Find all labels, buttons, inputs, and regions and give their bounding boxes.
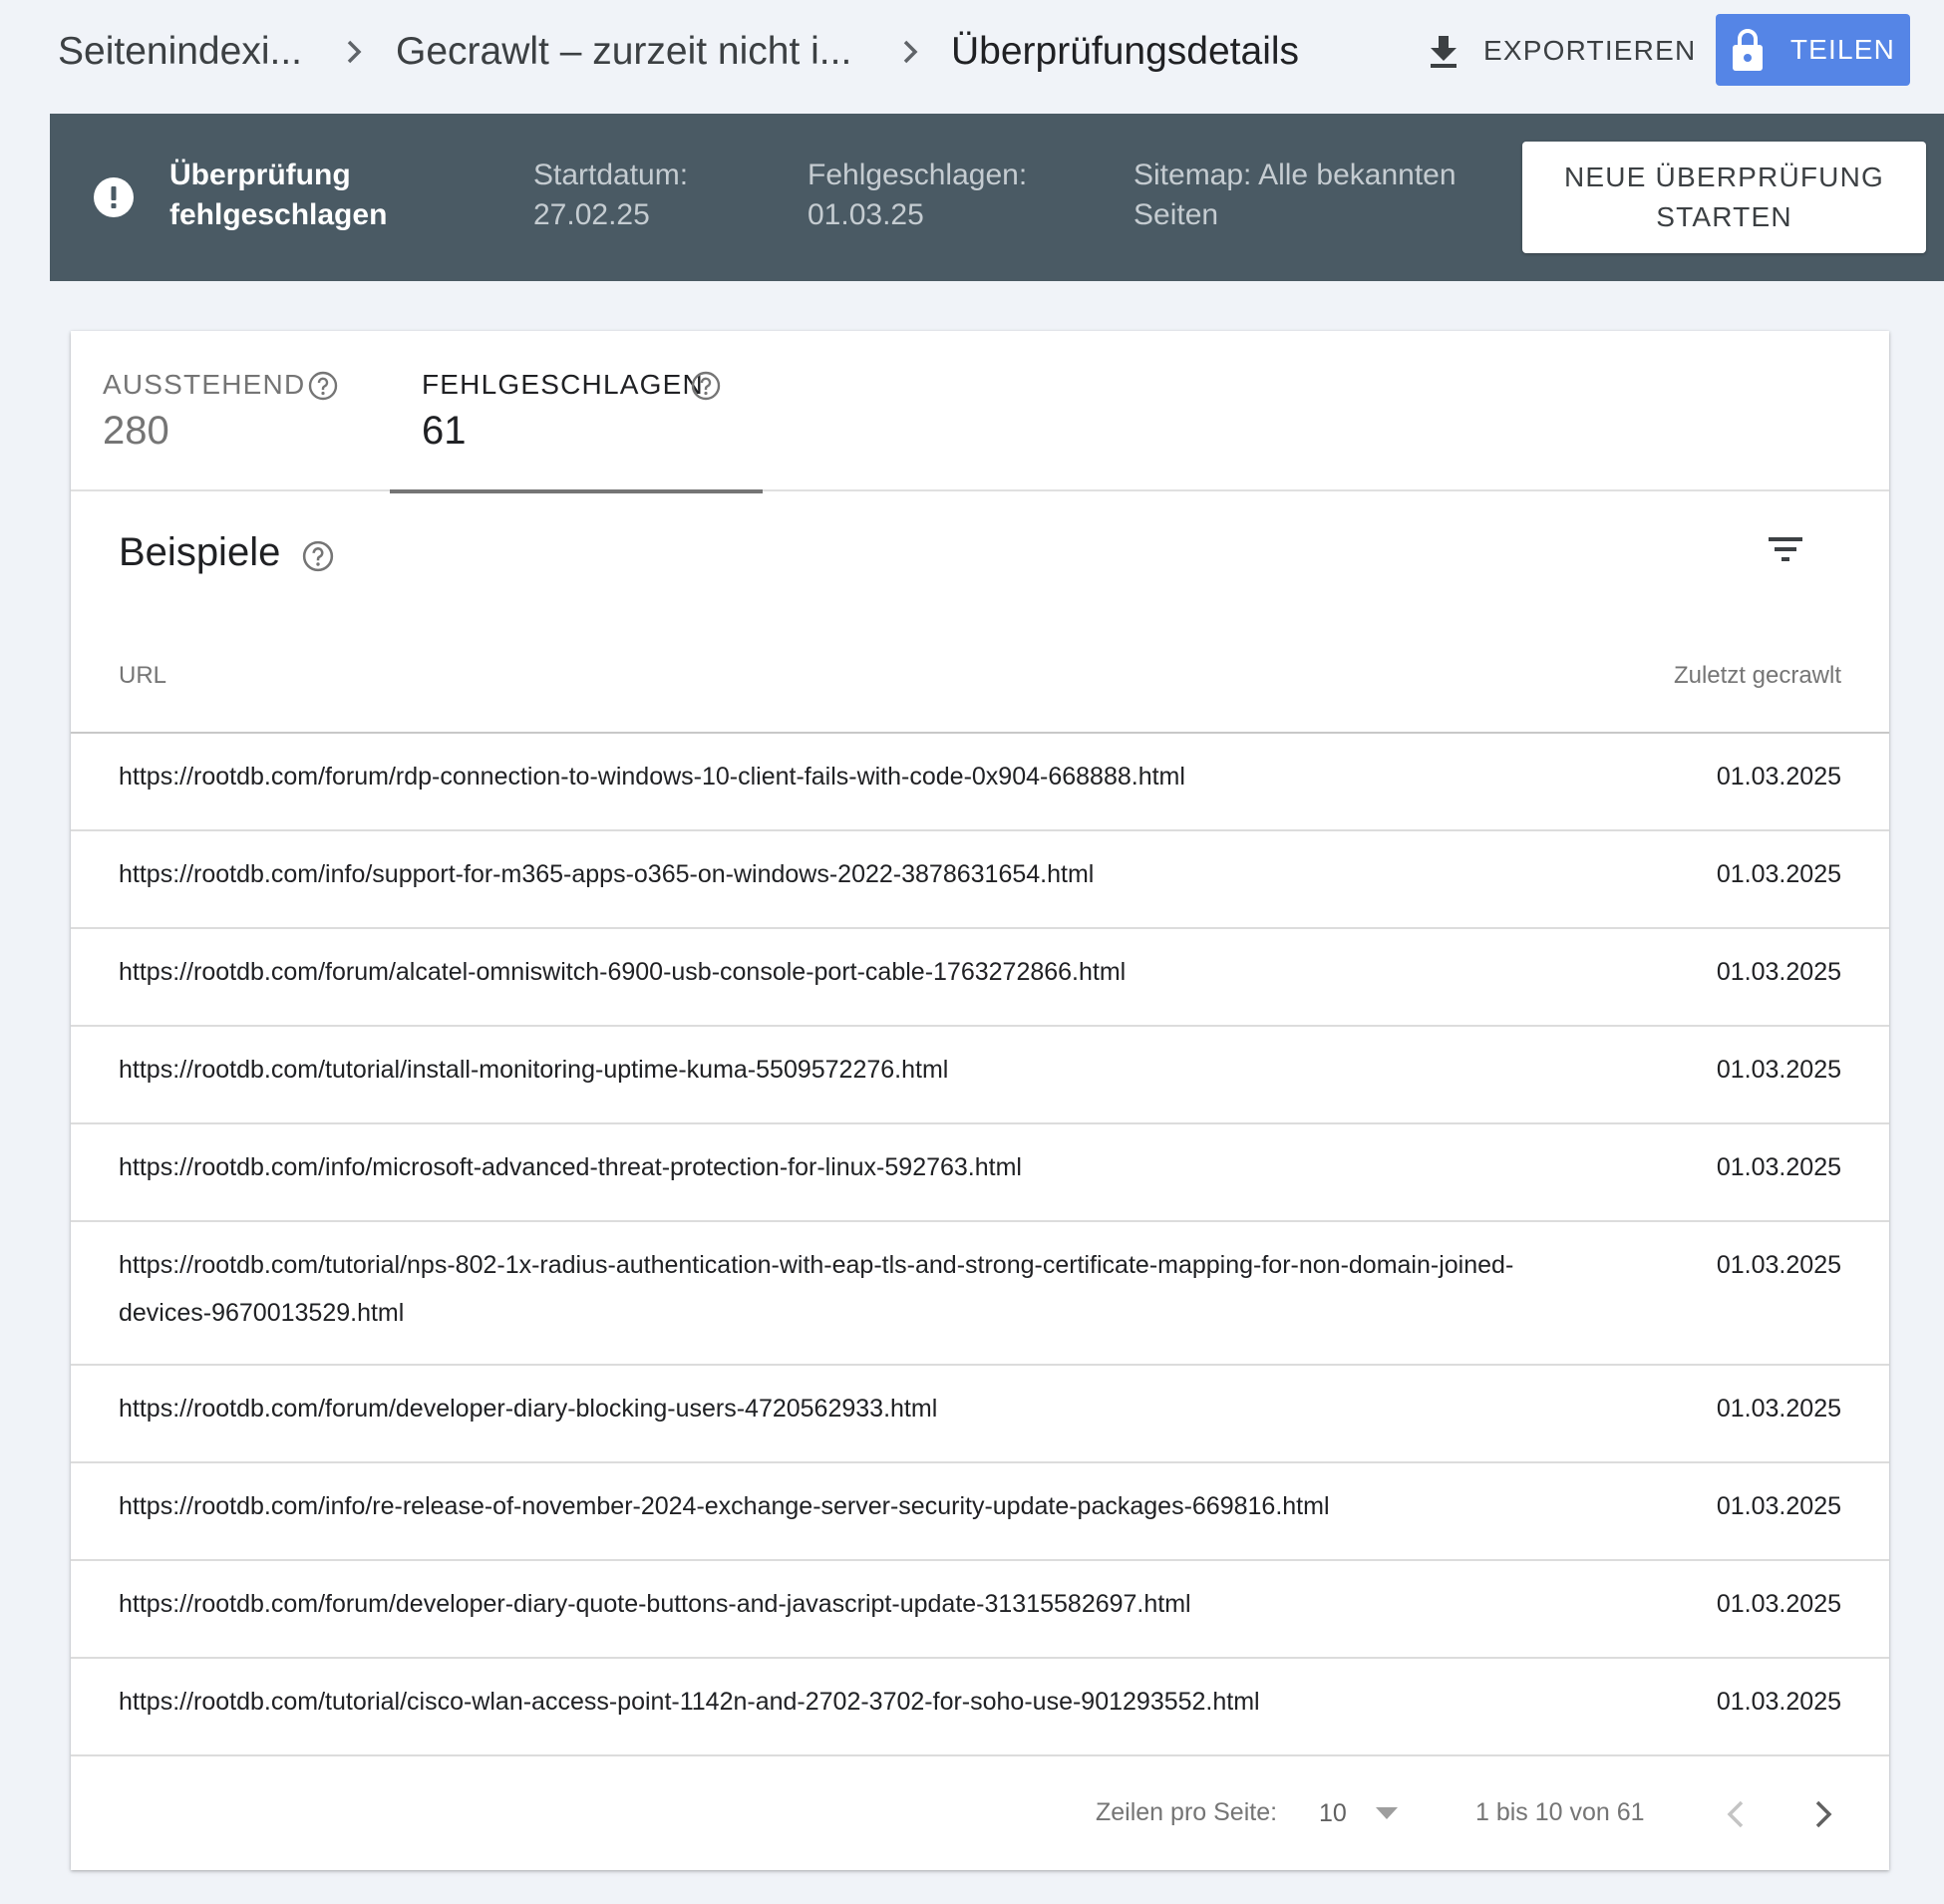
column-header-url[interactable]: URL: [119, 662, 166, 690]
row-url[interactable]: https://rootdb.com/tutorial/install-moni…: [119, 1046, 1514, 1094]
row-date: 01.03.2025: [1716, 860, 1841, 888]
validation-status-banner: Überprüfung fehlgeschlagen Startdatum: 2…: [50, 114, 1944, 281]
row-url[interactable]: https://rootdb.com/forum/developer-diary…: [119, 1385, 1514, 1432]
help-icon[interactable]: [302, 540, 334, 572]
export-label: EXPORTIEREN: [1483, 35, 1697, 66]
table-row[interactable]: https://rootdb.com/info/re-release-of-no…: [71, 1463, 1889, 1561]
examples-card: AUSSTEHEND 280 FEHLGESCHLAGEN 61 Beispie…: [71, 331, 1889, 1870]
status-tabs: AUSSTEHEND 280 FEHLGESCHLAGEN 61: [71, 331, 1889, 493]
page-title: Überprüfungsdetails: [951, 30, 1300, 73]
rows-per-page-select[interactable]: 10: [1319, 1788, 1399, 1838]
next-page-icon[interactable]: [1805, 1794, 1841, 1834]
row-url[interactable]: https://rootdb.com/tutorial/cisco-wlan-a…: [119, 1678, 1514, 1726]
table-row[interactable]: https://rootdb.com/forum/developer-diary…: [71, 1366, 1889, 1463]
share-label: TEILEN: [1789, 34, 1896, 65]
row-date: 01.03.2025: [1716, 1395, 1841, 1423]
row-url[interactable]: https://rootdb.com/info/re-release-of-no…: [119, 1482, 1514, 1530]
row-date: 01.03.2025: [1716, 1590, 1841, 1618]
sitemap-info: Sitemap: Alle bekannten Seiten: [1134, 159, 1457, 231]
tab-pending-count: 280: [103, 409, 169, 453]
examples-table: https://rootdb.com/forum/rdp-connection-…: [71, 734, 1889, 1756]
tab-failed-count: 61: [422, 409, 467, 453]
table-row[interactable]: https://rootdb.com/info/support-for-m365…: [71, 831, 1889, 929]
column-header-last-crawled[interactable]: Zuletzt gecrawlt: [1674, 662, 1841, 690]
filter-icon[interactable]: [1766, 530, 1805, 570]
row-date: 01.03.2025: [1716, 1688, 1841, 1716]
row-date: 01.03.2025: [1716, 1492, 1841, 1520]
rows-per-page-value: 10: [1319, 1798, 1347, 1827]
row-url[interactable]: https://rootdb.com/forum/rdp-connection-…: [119, 753, 1514, 800]
row-url[interactable]: https://rootdb.com/info/support-for-m365…: [119, 850, 1514, 898]
pagination: Zeilen pro Seite: 10 1 bis 10 von 61: [71, 1758, 1889, 1870]
validation-status: Überprüfung fehlgeschlagen: [169, 159, 388, 231]
row-date: 01.03.2025: [1716, 1153, 1841, 1181]
dropdown-arrow-icon: [1375, 1807, 1398, 1819]
row-url[interactable]: https://rootdb.com/tutorial/nps-802-1x-r…: [119, 1241, 1514, 1337]
help-icon[interactable]: [308, 371, 338, 401]
table-row[interactable]: https://rootdb.com/info/microsoft-advanc…: [71, 1124, 1889, 1222]
table-row[interactable]: https://rootdb.com/tutorial/install-moni…: [71, 1027, 1889, 1124]
row-url[interactable]: https://rootdb.com/info/microsoft-advanc…: [119, 1143, 1514, 1191]
row-date: 01.03.2025: [1716, 763, 1841, 791]
help-icon[interactable]: [691, 371, 721, 401]
table-row[interactable]: https://rootdb.com/tutorial/nps-802-1x-r…: [71, 1222, 1889, 1366]
start-date: Startdatum: 27.02.25: [533, 156, 688, 235]
breadcrumb-item-crawled-not-indexed[interactable]: Gecrawlt – zurzeit nicht i...: [396, 24, 851, 80]
error-icon: [94, 177, 134, 217]
table-row[interactable]: https://rootdb.com/forum/rdp-connection-…: [71, 734, 1889, 831]
share-button[interactable]: TEILEN: [1716, 14, 1910, 86]
table-row[interactable]: https://rootdb.com/forum/developer-diary…: [71, 1561, 1889, 1659]
start-new-validation-button[interactable]: NEUE ÜBERPRÜFUNG STARTEN: [1522, 142, 1926, 253]
failed-date: Fehlgeschlagen: 01.03.25: [808, 156, 1027, 235]
previous-page-icon[interactable]: [1718, 1794, 1754, 1834]
row-date: 01.03.2025: [1716, 958, 1841, 986]
tab-pending-label: AUSSTEHEND: [103, 369, 306, 400]
start-date-label: Startdatum:: [533, 159, 689, 191]
lock-icon: [1732, 29, 1763, 71]
tab-pending[interactable]: AUSSTEHEND 280: [71, 331, 390, 491]
row-url[interactable]: https://rootdb.com/forum/developer-diary…: [119, 1580, 1514, 1628]
failed-date-value: 01.03.25: [808, 198, 924, 231]
rows-per-page-label: Zeilen pro Seite:: [1096, 1798, 1278, 1826]
tab-failed[interactable]: FEHLGESCHLAGEN 61: [390, 331, 763, 493]
row-url[interactable]: https://rootdb.com/forum/alcatel-omniswi…: [119, 948, 1514, 996]
pagination-range: 1 bis 10 von 61: [1475, 1798, 1645, 1826]
breadcrumb-item-page-indexing[interactable]: Seitenindexi...: [58, 24, 302, 80]
export-button[interactable]: EXPORTIEREN: [1428, 22, 1696, 80]
failed-date-label: Fehlgeschlagen:: [808, 159, 1028, 191]
chevron-right-icon: [903, 40, 918, 64]
download-icon: [1431, 36, 1457, 68]
table-row[interactable]: https://rootdb.com/forum/alcatel-omniswi…: [71, 929, 1889, 1027]
row-date: 01.03.2025: [1716, 1056, 1841, 1084]
chevron-right-icon: [347, 40, 362, 64]
examples-title: Beispiele: [119, 530, 281, 574]
tab-failed-label: FEHLGESCHLAGEN: [422, 369, 704, 400]
top-bar: Seitenindexi... Gecrawlt – zurzeit nicht…: [0, 0, 1944, 110]
start-date-value: 27.02.25: [533, 198, 650, 231]
row-date: 01.03.2025: [1716, 1251, 1841, 1279]
table-row[interactable]: https://rootdb.com/tutorial/cisco-wlan-a…: [71, 1659, 1889, 1756]
